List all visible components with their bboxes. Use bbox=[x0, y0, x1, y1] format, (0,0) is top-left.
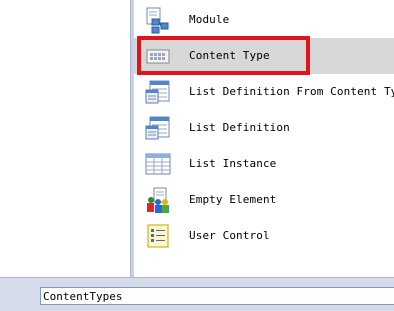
template-item-label: Module bbox=[189, 13, 230, 26]
template-item-label: List Instance bbox=[189, 157, 277, 170]
template-item-user-control[interactable]: User Control bbox=[134, 218, 394, 254]
module-icon bbox=[144, 6, 172, 34]
template-item-label: List Definition bbox=[189, 121, 290, 134]
template-item-list-definition[interactable]: List Definition bbox=[134, 110, 394, 146]
user-control-icon bbox=[144, 222, 172, 250]
template-item-label: List Definition From Content Type bbox=[189, 85, 394, 98]
template-item-label: Empty Element bbox=[189, 193, 277, 206]
template-item-module[interactable]: Module bbox=[134, 2, 394, 38]
template-item-empty-element[interactable]: Empty Element bbox=[134, 182, 394, 218]
template-item-content-type[interactable]: Content Type bbox=[134, 38, 394, 74]
list-definition-icon bbox=[144, 114, 172, 142]
list-definition-from-content-type-icon bbox=[144, 78, 172, 106]
template-item-list-instance[interactable]: List Instance bbox=[134, 146, 394, 182]
empty-element-icon bbox=[144, 186, 172, 214]
template-list: Module Content Type List Definition From… bbox=[134, 0, 394, 277]
bottom-bar bbox=[0, 277, 394, 311]
template-item-label: User Control bbox=[189, 229, 270, 242]
template-item-list-definition-from-content-type[interactable]: List Definition From Content Type bbox=[134, 74, 394, 110]
template-item-label: Content Type bbox=[189, 49, 270, 62]
name-field[interactable] bbox=[40, 287, 394, 305]
content-type-icon bbox=[144, 42, 172, 70]
list-instance-icon bbox=[144, 150, 172, 178]
left-panel bbox=[0, 0, 130, 277]
